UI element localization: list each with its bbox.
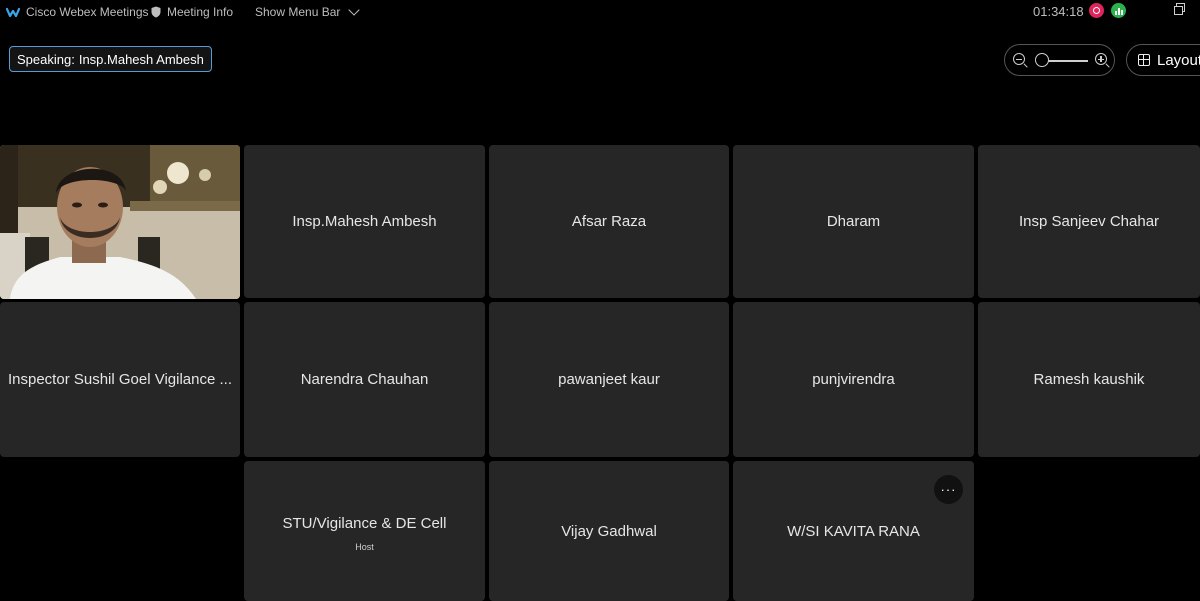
- recording-icon[interactable]: [1089, 3, 1104, 18]
- show-menu-bar-label: Show Menu Bar: [255, 5, 341, 19]
- title-bar: Cisco Webex Meetings Meeting Info Show M…: [0, 0, 1200, 24]
- participant-tile[interactable]: Dharam: [733, 145, 974, 298]
- meeting-info-label: Meeting Info: [167, 5, 234, 19]
- participant-tile[interactable]: pawanjeet kaur: [489, 302, 729, 457]
- restore-window-icon[interactable]: [1174, 3, 1185, 15]
- participant-tile-host[interactable]: STU/Vigilance & DE Cell Host: [244, 461, 485, 601]
- app-title: Cisco Webex Meetings: [6, 5, 149, 19]
- participant-tile[interactable]: punjvirendra: [733, 302, 974, 457]
- speaking-name: Insp.Mahesh Ambesh: [78, 51, 204, 67]
- participant-tile[interactable]: Inspector Sushil Goel Vigilance ...: [0, 302, 240, 457]
- host-label: Host: [355, 541, 374, 552]
- participant-name: Ramesh kaushik: [1033, 371, 1145, 388]
- chevron-down-icon: [348, 3, 361, 16]
- meeting-clock: 01:34:18: [1033, 4, 1084, 19]
- webex-logo-icon: [6, 7, 20, 17]
- participant-tile[interactable]: Insp Sanjeev Chahar: [978, 145, 1200, 298]
- zoom-in-icon[interactable]: [1095, 53, 1107, 65]
- zoom-control: [1004, 44, 1115, 76]
- participant-name: STU/Vigilance & DE Cell: [282, 514, 447, 532]
- participant-tile[interactable]: Afsar Raza: [489, 145, 729, 298]
- app-name: Cisco Webex Meetings: [26, 5, 149, 19]
- participant-name: W/SI KAVITA RANA: [787, 522, 920, 540]
- self-video-tile[interactable]: [0, 145, 240, 299]
- layout-button[interactable]: Layout: [1126, 44, 1200, 76]
- participant-name: Insp Sanjeev Chahar: [1018, 213, 1160, 230]
- speaking-indicator: Speaking: Insp.Mahesh Ambesh: [9, 46, 212, 72]
- participant-name: Narendra Chauhan: [300, 371, 429, 388]
- more-options-button[interactable]: ···: [934, 475, 963, 504]
- speaking-prefix: Speaking:: [17, 51, 75, 67]
- participant-name: punjvirendra: [812, 371, 895, 388]
- zoom-out-icon[interactable]: [1013, 53, 1025, 65]
- participant-name: pawanjeet kaur: [558, 371, 660, 388]
- show-menu-bar-button[interactable]: Show Menu Bar: [255, 3, 361, 19]
- participant-name: Inspector Sushil Goel Vigilance ...: [7, 371, 232, 388]
- grid-layout-icon: [1138, 54, 1150, 66]
- shield-icon: [151, 6, 161, 18]
- zoom-slider-thumb[interactable]: [1035, 53, 1049, 67]
- participant-tile[interactable]: Vijay Gadhwal: [489, 461, 729, 601]
- connection-stats-icon[interactable]: [1111, 3, 1126, 18]
- layout-label: Layout: [1157, 51, 1200, 69]
- participant-name: Afsar Raza: [571, 213, 647, 230]
- participant-name: Vijay Gadhwal: [561, 522, 657, 540]
- camera-feed-image: [0, 145, 240, 299]
- participant-tile[interactable]: Ramesh kaushik: [978, 302, 1200, 457]
- participant-tile[interactable]: Insp.Mahesh Ambesh: [244, 145, 485, 298]
- meeting-info-button[interactable]: Meeting Info: [151, 5, 233, 19]
- participant-name: Insp.Mahesh Ambesh: [292, 213, 437, 230]
- participant-tile[interactable]: Narendra Chauhan: [244, 302, 485, 457]
- participant-name: Dharam: [826, 213, 881, 230]
